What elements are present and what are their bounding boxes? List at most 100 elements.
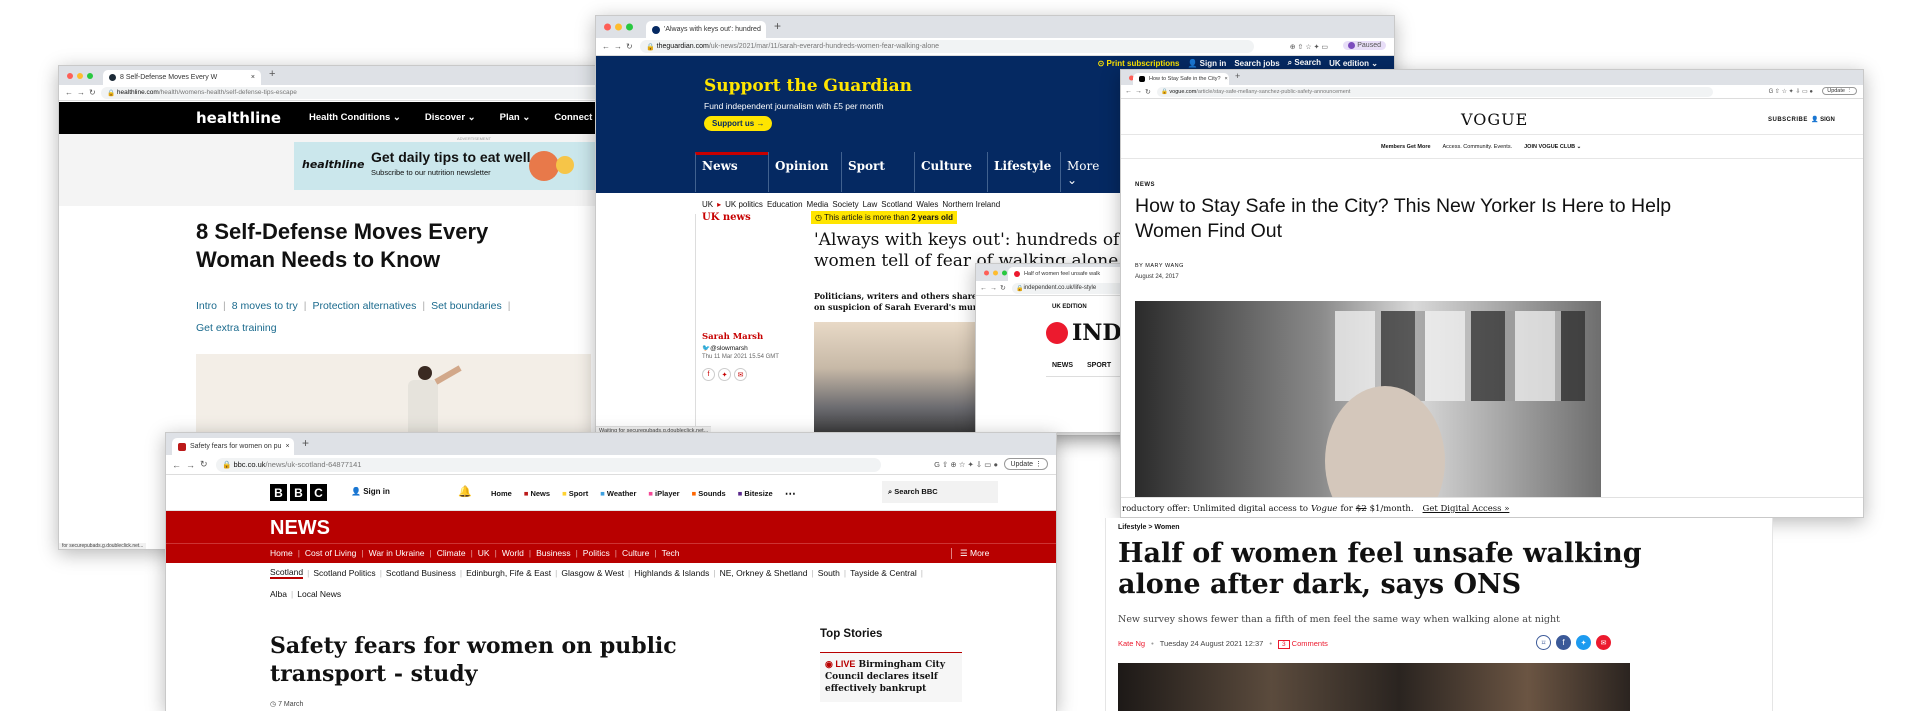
sign-in-link[interactable]: 👤 Sign in xyxy=(1187,59,1226,68)
subnav-media[interactable]: Media xyxy=(807,200,829,209)
forward-icon[interactable]: → xyxy=(77,88,85,97)
profile-paused-button[interactable]: Paused xyxy=(1343,41,1386,50)
region-glasgow[interactable]: Glasgow & West xyxy=(561,568,624,578)
twitter-share-icon[interactable]: ✦ xyxy=(718,368,731,381)
news-nav-business[interactable]: Business xyxy=(536,548,571,558)
forward-icon[interactable]: → xyxy=(1135,88,1142,95)
vogue-logo[interactable]: VOGUE xyxy=(1461,110,1528,129)
region-scotland[interactable]: Scotland xyxy=(270,567,304,579)
nav-weather[interactable]: ■ Weather xyxy=(600,489,636,498)
get-digital-access-link[interactable]: Get Digital Access » xyxy=(1423,504,1510,514)
update-button[interactable]: Update ⋮ xyxy=(1822,87,1857,95)
news-nav-culture[interactable]: Culture xyxy=(622,548,649,558)
region-highlands[interactable]: Highlands & Islands xyxy=(634,568,709,578)
news-nav-more[interactable]: ☰ More xyxy=(951,548,989,559)
address-bar[interactable]: 🔒 theguardian.com/uk-news/2021/mar/11/sa… xyxy=(640,40,1254,53)
new-tab-icon[interactable]: + xyxy=(1235,71,1240,81)
region-scotland-business[interactable]: Scotland Business xyxy=(386,568,456,578)
search-link[interactable]: ⌕ Search xyxy=(1288,58,1321,68)
reload-icon[interactable]: ↻ xyxy=(1000,284,1006,292)
browser-tab[interactable]: 'Always with keys out': hundred xyxy=(646,21,766,38)
search-box[interactable]: ⌕ Search BBC xyxy=(882,481,998,503)
reload-icon[interactable]: ↻ xyxy=(200,459,208,470)
nav-more[interactable]: More ⌄ xyxy=(1060,152,1110,192)
new-tab-icon[interactable]: + xyxy=(269,68,275,80)
newsletter-ad[interactable]: healthline Get daily tips to eat well Su… xyxy=(294,142,627,190)
region-tayside[interactable]: Tayside & Central xyxy=(850,568,917,578)
window-controls[interactable] xyxy=(984,270,1007,275)
close-tab-icon[interactable]: × xyxy=(285,443,289,450)
new-tab-icon[interactable]: + xyxy=(774,19,781,33)
news-title[interactable]: NEWS xyxy=(270,517,330,540)
author-twitter[interactable]: 🐦@slowmarsh xyxy=(702,344,748,352)
nav-health-conditions[interactable]: Health Conditions ⌄ xyxy=(309,112,401,123)
forward-icon[interactable]: → xyxy=(990,285,997,292)
sign-in-link[interactable]: 👤 Sign in xyxy=(351,487,390,496)
subnav-wales[interactable]: Wales xyxy=(916,200,938,209)
join-vogue-club-link[interactable]: JOIN VOGUE CLUB ⌄ xyxy=(1524,144,1581,150)
browser-tab[interactable]: Safety fears for women on pu × xyxy=(172,438,294,455)
close-tab-icon[interactable]: × xyxy=(251,74,255,81)
nav-iplayer[interactable]: ■ iPlayer xyxy=(648,489,679,498)
nav-news[interactable]: NEWS xyxy=(1052,362,1073,369)
address-bar[interactable]: 🔒 bbc.co.uk/news/uk-scotland-64877141 xyxy=(216,457,881,472)
more-menu-icon[interactable]: ⋯ xyxy=(785,487,796,500)
bbc-logo[interactable]: B B C xyxy=(270,484,327,501)
address-bar[interactable]: 🔒 vogue.com/article/stay-safe-mellany-sa… xyxy=(1157,86,1713,97)
facebook-share-icon[interactable]: f xyxy=(702,368,715,381)
back-icon[interactable]: ← xyxy=(172,460,181,470)
news-nav-politics[interactable]: Politics xyxy=(583,548,610,558)
news-nav-world[interactable]: World xyxy=(502,548,524,558)
news-nav-climate[interactable]: Climate xyxy=(437,548,466,558)
author-name[interactable]: Kate Ng xyxy=(1118,639,1145,648)
window-controls[interactable] xyxy=(67,72,93,79)
nav-sport[interactable]: ■ Sport xyxy=(562,489,588,498)
nav-plan[interactable]: Plan ⌄ xyxy=(500,112,531,123)
nav-culture[interactable]: Culture xyxy=(914,152,987,192)
news-nav-cost-of-living[interactable]: Cost of Living xyxy=(305,548,357,558)
region-ne-orkney[interactable]: NE, Orkney & Shetland xyxy=(720,568,808,578)
twitter-share-icon[interactable]: ✦ xyxy=(1576,635,1591,650)
browser-tab[interactable]: Half of women feel unsafe walk xyxy=(1008,267,1138,281)
subscribe-link[interactable]: SUBSCRIBE xyxy=(1768,117,1808,123)
back-icon[interactable]: ← xyxy=(65,88,73,97)
subnav-northern-ireland[interactable]: Northern Ireland xyxy=(942,200,1000,209)
subnav-education[interactable]: Education xyxy=(767,200,803,209)
nav-opinion[interactable]: Opinion xyxy=(768,152,841,192)
region-scotland-politics[interactable]: Scotland Politics xyxy=(313,568,375,578)
facebook-share-icon[interactable]: f xyxy=(1556,635,1571,650)
new-tab-icon[interactable]: + xyxy=(302,436,309,450)
region-edinburgh[interactable]: Edinburgh, Fife & East xyxy=(466,568,551,578)
forward-icon[interactable]: → xyxy=(186,460,195,470)
back-icon[interactable]: ← xyxy=(1125,88,1132,95)
back-icon[interactable]: ← xyxy=(602,42,610,51)
reload-icon[interactable]: ↻ xyxy=(1145,88,1151,96)
browser-tab[interactable]: How to Stay Safe in the City? × xyxy=(1133,73,1229,85)
toc-moves[interactable]: 8 moves to try xyxy=(232,300,298,312)
back-icon[interactable]: ← xyxy=(980,285,987,292)
toc-protection[interactable]: Protection alternatives xyxy=(312,300,416,312)
news-nav-tech[interactable]: Tech xyxy=(662,548,680,558)
browser-tab[interactable]: 8 Self-Defense Moves Every W × xyxy=(103,70,261,85)
section-label[interactable]: NEWS xyxy=(1135,182,1155,188)
email-share-icon[interactable]: ✉ xyxy=(1596,635,1611,650)
author-name[interactable]: Sarah Marsh xyxy=(702,332,763,342)
forward-icon[interactable]: → xyxy=(614,42,622,51)
region-south[interactable]: South xyxy=(818,568,840,578)
top-story-item[interactable]: ◉ LIVE Birmingham City Council declares … xyxy=(820,652,962,702)
sign-in-link[interactable]: 👤 SIGN xyxy=(1811,116,1835,123)
reload-icon[interactable]: ↻ xyxy=(89,88,96,97)
healthline-logo[interactable]: healthline xyxy=(196,109,281,127)
comments-link[interactable]: 3 Comments xyxy=(1277,639,1328,649)
byline[interactable]: BY MARY WANG xyxy=(1135,263,1184,269)
nav-bitesize[interactable]: ■ Bitesize xyxy=(738,489,773,498)
window-controls[interactable] xyxy=(604,23,633,31)
nav-news[interactable]: ■ News xyxy=(524,489,550,498)
nav-home[interactable]: Home xyxy=(491,489,512,498)
nav-sounds[interactable]: ■ Sounds xyxy=(692,489,726,498)
region-local-news[interactable]: Local News xyxy=(297,589,341,599)
subnav-law[interactable]: Law xyxy=(863,200,878,209)
update-button[interactable]: Update ⋮ xyxy=(1004,458,1048,470)
region-alba[interactable]: Alba xyxy=(270,589,287,599)
subnav-society[interactable]: Society xyxy=(832,200,858,209)
